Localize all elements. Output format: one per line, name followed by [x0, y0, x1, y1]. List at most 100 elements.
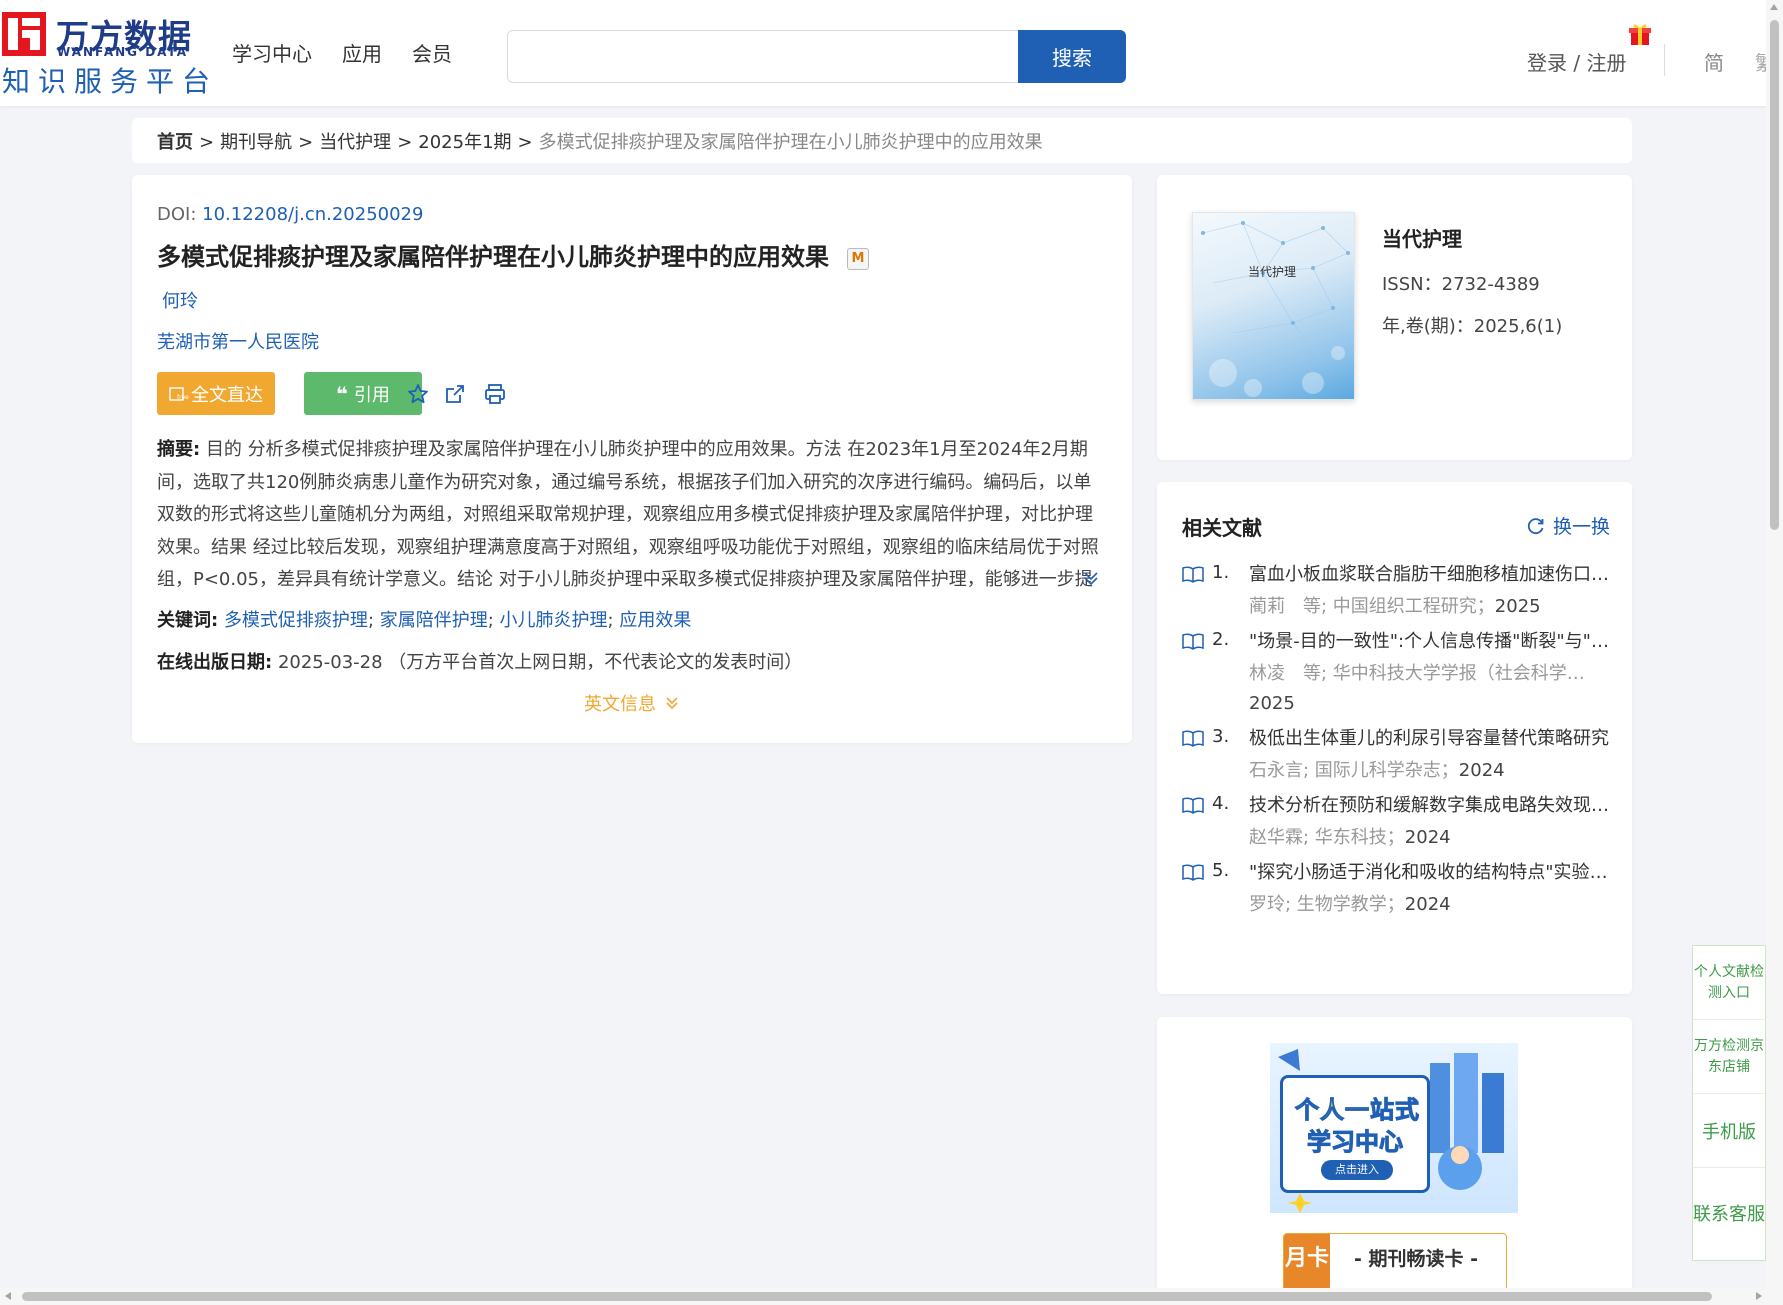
doi-link[interactable]: 10.12208/j.cn.20250029	[202, 204, 423, 225]
item-meta: 罗玲; 生物学教学；2024	[1249, 890, 1612, 920]
search-button[interactable]: 搜索	[1018, 30, 1126, 83]
book-icon	[1182, 633, 1204, 650]
book-icon	[1182, 566, 1204, 583]
list-item[interactable]: 5. "探究小肠适于消化和吸收的结构特点"实验教学设计 罗玲; 生物学教学；20…	[1182, 860, 1612, 920]
article-title-text: 多模式促排痰护理及家属陪伴护理在小儿肺炎护理中的应用效果	[157, 243, 829, 271]
refresh-icon	[1527, 517, 1544, 534]
scroll-up-arrow-icon[interactable]	[1770, 4, 1778, 10]
login-register-link[interactable]: 登录 / 注册	[1527, 47, 1626, 76]
item-year: 2025	[1249, 693, 1295, 714]
favorite-star-icon[interactable]	[406, 382, 430, 406]
horizontal-scrollbar[interactable]	[0, 1288, 1783, 1305]
item-number: 4.	[1212, 793, 1230, 814]
learning-center-banner[interactable]: 个人一站式 学习中心 点击进入	[1270, 1043, 1518, 1213]
english-info-toggle[interactable]: 英文信息	[584, 690, 680, 716]
related-literature-card: 相关文献 换一换 1. 富血小板血浆联合脂肪干细胞移植加速伤口愈合的研究 蔺莉 …	[1157, 482, 1632, 994]
nav-apps[interactable]: 应用	[342, 38, 382, 67]
breadcrumb-issue[interactable]: 2025年1期	[418, 132, 511, 153]
breadcrumb-separator: >	[397, 132, 413, 153]
refresh-label: 换一换	[1553, 516, 1611, 538]
refresh-button[interactable]: 换一换	[1527, 512, 1610, 539]
chevron-double-down-icon	[666, 697, 678, 710]
list-item[interactable]: 1. 富血小板血浆联合脂肪干细胞移植加速伤口愈合的研究 蔺莉 等; 中国组织工程…	[1182, 562, 1612, 622]
keyword-link[interactable]: 家属陪伴护理	[380, 610, 488, 631]
keywords: 关键词: 多模式促排痰护理; 家属陪伴护理; 小儿肺炎护理; 应用效果	[157, 610, 692, 631]
quote-icon: ❝	[336, 381, 348, 406]
list-item[interactable]: 3. 极低出生体重儿的利尿引导容量替代策略研究 石永言; 国际儿科学杂志；202…	[1182, 726, 1612, 786]
banner-line1: 个人一站式	[1295, 1096, 1420, 1125]
jd-store-link[interactable]: 万方检测京东店铺	[1693, 1020, 1765, 1094]
item-source: 蔺莉 等; 中国组织工程研究；	[1249, 596, 1495, 617]
related-list: 1. 富血小板血浆联合脂肪干细胞移植加速伤口愈合的研究 蔺莉 等; 中国组织工程…	[1182, 562, 1612, 927]
expand-abstract-chevron-icon[interactable]	[1082, 569, 1100, 587]
item-title[interactable]: 富血小板血浆联合脂肪干细胞移植加速伤口愈合的研究	[1249, 562, 1612, 592]
article-title: 多模式促排痰护理及家属陪伴护理在小儿肺炎护理中的应用效果 M	[157, 237, 869, 272]
cite-button[interactable]: ❝ 引用	[304, 372, 422, 415]
fulltext-button[interactable]: free 全文直达	[157, 372, 275, 415]
search-input[interactable]	[507, 30, 1019, 83]
abstract-label: 摘要:	[157, 439, 201, 460]
doi-label: DOI:	[157, 204, 197, 225]
free-doc-icon: free	[169, 386, 189, 401]
organization-link[interactable]: 芜湖市第一人民医院	[157, 328, 319, 354]
breadcrumb-home[interactable]: 首页	[157, 132, 193, 153]
abstract: 摘要: 目的 分析多模式促排痰护理及家属陪伴护理在小儿肺炎护理中的应用效果。方法…	[157, 434, 1107, 594]
customer-service-link[interactable]: 联系客服	[1693, 1168, 1765, 1260]
item-title[interactable]: 技术分析在预防和缓解数字集成电路失效现象中的应用	[1249, 793, 1612, 823]
item-meta: 赵华霖; 华东科技；2024	[1249, 823, 1612, 853]
journal-name[interactable]: 当代护理	[1382, 223, 1462, 252]
print-icon[interactable]	[483, 382, 507, 406]
promo-card: 个人一站式 学习中心 点击进入 月卡 - 期刊畅读卡 -	[1157, 1017, 1632, 1305]
item-meta: 石永言; 国际儿科学杂志；2024	[1249, 756, 1612, 786]
horizontal-scroll-thumb[interactable]	[22, 1292, 1712, 1301]
item-title[interactable]: 极低出生体重儿的利尿引导容量替代策略研究	[1249, 726, 1612, 756]
share-icon[interactable]	[443, 382, 467, 406]
breadcrumb-separator: >	[517, 132, 533, 153]
nav-learning-center[interactable]: 学习中心	[232, 38, 312, 67]
book-icon	[1182, 797, 1204, 814]
mendeley-badge-icon[interactable]: M	[847, 248, 869, 270]
gift-icon[interactable]	[1629, 22, 1651, 46]
banner-line2: 学习中心	[1307, 1128, 1404, 1157]
keywords-label: 关键词:	[157, 610, 219, 631]
author-link[interactable]: 何玲	[162, 287, 198, 313]
vertical-scrollbar[interactable]	[1766, 0, 1783, 1290]
list-item[interactable]: 2. "场景-目的一致性":个人信息传播"断裂"与"重组" 林凌 等; 华中科技…	[1182, 629, 1612, 719]
english-info-label: 英文信息	[584, 694, 656, 715]
banner-enter-button[interactable]: 点击进入	[1321, 1160, 1393, 1180]
list-item[interactable]: 4. 技术分析在预防和缓解数字集成电路失效现象中的应用 赵华霖; 华东科技；20…	[1182, 793, 1612, 853]
item-meta: 蔺莉 等; 中国组织工程研究；2025	[1249, 592, 1612, 622]
scroll-left-arrow-icon[interactable]	[5, 1292, 11, 1300]
related-heading: 相关文献	[1182, 516, 1262, 540]
pubdate-note: （万方平台首次上网日期，不代表论文的发表时间）	[388, 652, 803, 673]
journal-cover[interactable]: 当代护理	[1192, 212, 1355, 400]
item-number: 5.	[1212, 860, 1230, 881]
top-header: 万方数据 WANFANG DATA 知识服务平台 学习中心 应用 会员 搜索 登…	[0, 0, 1783, 106]
nav-membership[interactable]: 会员	[412, 38, 452, 67]
keyword-link[interactable]: 小儿肺炎护理	[500, 610, 608, 631]
mobile-version-link[interactable]: 手机版	[1693, 1094, 1765, 1168]
item-title[interactable]: "探究小肠适于消化和吸收的结构特点"实验教学设计	[1249, 860, 1612, 890]
fulltext-label: 全文直达	[191, 384, 263, 406]
wanfang-logo[interactable]: 万方数据 WANFANG DATA 知识服务平台	[0, 8, 210, 98]
breadcrumb-journal[interactable]: 当代护理	[319, 132, 391, 153]
breadcrumb-separator: >	[298, 132, 314, 153]
wanfang-logo-mark-icon	[2, 12, 46, 56]
item-source: 罗玲; 生物学教学；	[1249, 894, 1405, 915]
item-title[interactable]: "场景-目的一致性":个人信息传播"断裂"与"重组"	[1249, 629, 1612, 659]
item-year: 2024	[1404, 894, 1451, 915]
keyword-link[interactable]: 应用效果	[619, 610, 691, 631]
journal-volume: 年,卷(期)：2025,6(1)	[1382, 316, 1563, 337]
item-source: 石永言; 国际儿科学杂志；	[1249, 760, 1459, 781]
main-nav: 学习中心 应用 会员	[232, 38, 452, 67]
breadcrumb: 首页 > 期刊导航 > 当代护理 >2025年1期 > 多模式促排痰护理及家属陪伴护理在小儿肺…	[132, 118, 1632, 163]
vertical-scroll-thumb[interactable]	[1770, 20, 1779, 530]
personal-check-entry[interactable]: 个人文献检测入口	[1693, 946, 1765, 1020]
keyword-link[interactable]: 多模式促排痰护理	[224, 610, 368, 631]
book-icon	[1182, 730, 1204, 747]
item-number: 1.	[1212, 562, 1230, 583]
scroll-right-arrow-icon[interactable]	[1756, 1292, 1762, 1300]
breadcrumb-journal-nav[interactable]: 期刊导航	[220, 132, 292, 153]
lang-simplified[interactable]: 简	[1704, 47, 1724, 76]
item-number: 3.	[1212, 726, 1230, 747]
